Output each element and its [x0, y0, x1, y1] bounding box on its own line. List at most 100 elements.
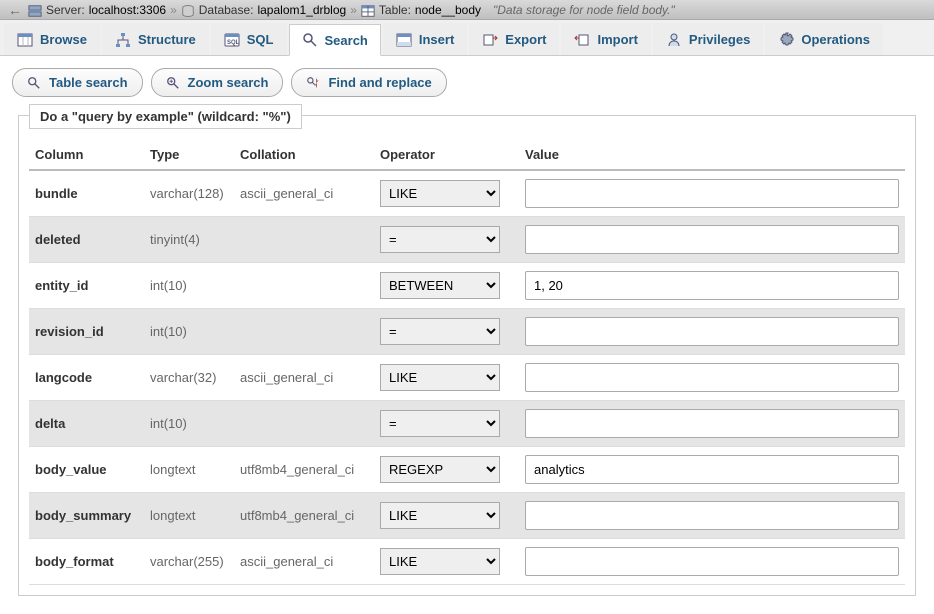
operator-select[interactable]: =>>=<<=!=LIKELIKE %...%NOT LIKEREGEXPBET… [380, 364, 500, 391]
cell-collation: utf8mb4_general_ci [234, 447, 374, 493]
value-input[interactable] [525, 225, 899, 254]
table-row: body_valuelongtextutf8mb4_general_ci=>>=… [29, 447, 905, 493]
header-value: Value [519, 140, 905, 170]
value-input[interactable] [525, 179, 899, 208]
operator-select[interactable]: =>>=<<=!=LIKELIKE %...%NOT LIKEREGEXPBET… [380, 272, 500, 299]
import-icon [574, 32, 590, 48]
pill-table-search[interactable]: Table search [12, 68, 143, 97]
tab-label: Search [325, 33, 368, 48]
cell-collation: ascii_general_ci [234, 355, 374, 401]
value-input[interactable] [525, 409, 899, 438]
search-icon [27, 76, 41, 90]
cell-collation: utf8mb4_general_ci [234, 493, 374, 539]
qbe-fieldset: Do a "query by example" (wildcard: "%") … [18, 115, 916, 596]
table-row: deltaint(10)=>>=<<=!=LIKELIKE %...%NOT L… [29, 401, 905, 447]
find-replace-icon [306, 76, 320, 90]
breadcrumb-separator: » [170, 3, 177, 17]
tab-sql[interactable]: SQL SQL [211, 23, 287, 55]
breadcrumb-server-link[interactable]: localhost:3306 [89, 3, 166, 17]
table-row: entity_idint(10)=>>=<<=!=LIKELIKE %...%N… [29, 263, 905, 309]
back-arrow-icon[interactable]: ← [6, 2, 24, 18]
cell-column: body_value [29, 447, 144, 493]
cell-value [519, 447, 905, 493]
cell-type: varchar(128) [144, 170, 234, 217]
database-icon [181, 4, 195, 16]
value-input[interactable] [525, 271, 899, 300]
qbe-legend: Do a "query by example" (wildcard: "%") [29, 104, 302, 129]
cell-type: varchar(255) [144, 539, 234, 585]
operator-select[interactable]: =>>=<<=!=LIKELIKE %...%NOT LIKEREGEXPBET… [380, 548, 500, 575]
breadcrumb-db-link[interactable]: lapalom1_drblog [257, 3, 346, 17]
qbe-table: Column Type Collation Operator Value bun… [29, 140, 905, 585]
cell-type: int(10) [144, 263, 234, 309]
cell-operator: =>>=<<=!=LIKELIKE %...%NOT LIKEREGEXPBET… [374, 170, 519, 217]
tab-operations[interactable]: Operations [765, 23, 883, 55]
cell-value [519, 263, 905, 309]
value-input[interactable] [525, 455, 899, 484]
cell-collation [234, 217, 374, 263]
cell-operator: =>>=<<=!=LIKELIKE %...%NOT LIKEREGEXPBET… [374, 355, 519, 401]
tab-label: Export [505, 32, 546, 47]
tab-label: Import [597, 32, 637, 47]
breadcrumb-table-link[interactable]: node__body [415, 3, 481, 17]
cell-collation: ascii_general_ci [234, 539, 374, 585]
tab-search[interactable]: Search [289, 24, 381, 56]
operator-select[interactable]: =>>=<<=!=LIKELIKE %...%NOT LIKEREGEXPBET… [380, 180, 500, 207]
table-row: langcodevarchar(32)ascii_general_ci=>>=<… [29, 355, 905, 401]
cell-type: varchar(32) [144, 355, 234, 401]
value-input[interactable] [525, 501, 899, 530]
cell-column: body_summary [29, 493, 144, 539]
cell-collation [234, 309, 374, 355]
operator-select[interactable]: =>>=<<=!=LIKELIKE %...%NOT LIKEREGEXPBET… [380, 226, 500, 253]
value-input[interactable] [525, 547, 899, 576]
cell-type: tinyint(4) [144, 217, 234, 263]
pill-zoom-search[interactable]: Zoom search [151, 68, 284, 97]
operator-select[interactable]: =>>=<<=!=LIKELIKE %...%NOT LIKEREGEXPBET… [380, 410, 500, 437]
header-type: Type [144, 140, 234, 170]
svg-text:SQL: SQL [227, 40, 240, 46]
tab-export[interactable]: Export [469, 23, 559, 55]
cell-column: deleted [29, 217, 144, 263]
tab-label: SQL [247, 32, 274, 47]
cell-collation [234, 263, 374, 309]
operations-icon [778, 32, 794, 48]
breadcrumb-db-label: Database: [199, 3, 254, 17]
server-icon [28, 4, 42, 16]
table-row: bundlevarchar(128)ascii_general_ci=>>=<<… [29, 170, 905, 217]
tab-label: Insert [419, 32, 454, 47]
tab-label: Browse [40, 32, 87, 47]
cell-operator: =>>=<<=!=LIKELIKE %...%NOT LIKEREGEXPBET… [374, 217, 519, 263]
breadcrumb-table-label: Table: [379, 3, 411, 17]
table-row: body_summarylongtextutf8mb4_general_ci=>… [29, 493, 905, 539]
tab-browse[interactable]: Browse [4, 23, 100, 55]
cell-value [519, 170, 905, 217]
breadcrumb-separator: » [350, 3, 357, 17]
tab-structure[interactable]: Structure [102, 23, 209, 55]
header-collation: Collation [234, 140, 374, 170]
structure-icon [115, 32, 131, 48]
operator-select[interactable]: =>>=<<=!=LIKELIKE %...%NOT LIKEREGEXPBET… [380, 502, 500, 529]
tab-label: Operations [801, 32, 870, 47]
table-icon [361, 4, 375, 16]
pill-find-replace[interactable]: Find and replace [291, 68, 446, 97]
tab-import[interactable]: Import [561, 23, 650, 55]
cell-value [519, 309, 905, 355]
cell-operator: =>>=<<=!=LIKELIKE %...%NOT LIKEREGEXPBET… [374, 401, 519, 447]
tab-bar: Browse Structure SQL SQL Search Insert E… [0, 20, 934, 56]
cell-value [519, 355, 905, 401]
tab-insert[interactable]: Insert [383, 23, 467, 55]
operator-select[interactable]: =>>=<<=!=LIKELIKE %...%NOT LIKEREGEXPBET… [380, 318, 500, 345]
value-input[interactable] [525, 317, 899, 346]
pill-label: Table search [49, 75, 128, 90]
breadcrumb-server-label: Server: [46, 3, 85, 17]
value-input[interactable] [525, 363, 899, 392]
tab-privileges[interactable]: Privileges [653, 23, 763, 55]
table-row: body_formatvarchar(255)ascii_general_ci=… [29, 539, 905, 585]
cell-type: longtext [144, 447, 234, 493]
cell-value [519, 217, 905, 263]
zoom-icon [166, 76, 180, 90]
operator-select[interactable]: =>>=<<=!=LIKELIKE %...%NOT LIKEREGEXPBET… [380, 456, 500, 483]
table-row: deletedtinyint(4) =>>=<<=!=LIKELIKE %...%… [29, 217, 905, 263]
header-operator: Operator [374, 140, 519, 170]
export-icon [482, 32, 498, 48]
